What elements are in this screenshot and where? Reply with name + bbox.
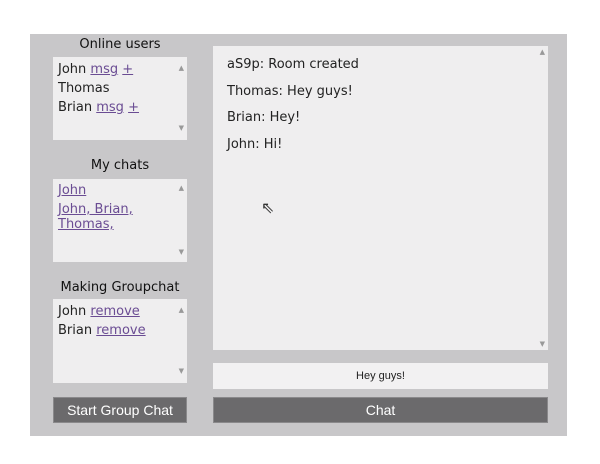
scrollbar[interactable]: ▲ ▼ bbox=[175, 179, 187, 262]
message-input[interactable] bbox=[213, 363, 548, 389]
message: Thomas: Hey guys! bbox=[227, 83, 353, 99]
chat-link[interactable]: John, Brian, Thomas, bbox=[58, 202, 133, 232]
member-name: John bbox=[58, 304, 87, 319]
my-chats-title: My chats bbox=[90, 158, 150, 173]
scroll-down-icon[interactable]: ▼ bbox=[179, 245, 184, 260]
user-row: Brian msg + bbox=[58, 98, 182, 117]
online-users-title: Online users bbox=[79, 37, 161, 52]
member-name: Brian bbox=[58, 323, 93, 338]
online-users-list[interactable]: John msg + Thomas Brian msg + ▲ ▼ bbox=[53, 57, 187, 140]
scroll-down-icon[interactable]: ▼ bbox=[179, 119, 184, 138]
start-group-chat-button[interactable]: Start Group Chat bbox=[53, 397, 187, 423]
user-row: Thomas bbox=[58, 79, 182, 98]
add-link[interactable]: + bbox=[128, 100, 139, 115]
remove-link[interactable]: remove bbox=[90, 304, 139, 319]
message: John: Hi! bbox=[227, 136, 283, 152]
groupchat-title: Making Groupchat bbox=[60, 280, 180, 295]
remove-link[interactable]: remove bbox=[96, 323, 145, 338]
my-chats-list[interactable]: John John, Brian, Thomas, ▲ ▼ bbox=[53, 179, 187, 262]
scroll-up-icon[interactable]: ▲ bbox=[179, 181, 184, 196]
scroll-up-icon[interactable]: ▲ bbox=[179, 59, 184, 78]
scrollbar[interactable]: ▲ ▼ bbox=[175, 57, 187, 140]
member-row: Brian remove bbox=[58, 321, 182, 340]
chat-button[interactable]: Chat bbox=[213, 397, 548, 423]
add-link[interactable]: + bbox=[122, 62, 133, 77]
user-name: Brian bbox=[58, 100, 93, 115]
mouse-cursor-icon: ⇖ bbox=[261, 198, 275, 217]
msg-link[interactable]: msg bbox=[96, 100, 124, 115]
user-row: John msg + bbox=[58, 60, 182, 79]
scrollbar[interactable]: ▲ ▼ bbox=[175, 299, 187, 383]
message: Brian: Hey! bbox=[227, 110, 301, 125]
scroll-down-icon[interactable]: ▼ bbox=[540, 340, 545, 348]
scrollbar[interactable]: ▲ ▼ bbox=[536, 46, 548, 350]
scroll-down-icon[interactable]: ▼ bbox=[179, 362, 184, 381]
member-row: John remove bbox=[58, 302, 182, 321]
user-name: Thomas bbox=[58, 81, 110, 96]
user-name: John bbox=[58, 62, 87, 77]
groupchat-members-list[interactable]: John remove Brian remove ▲ ▼ bbox=[53, 299, 187, 383]
message: aS9p: Room created bbox=[227, 57, 359, 72]
chat-link[interactable]: John bbox=[58, 183, 86, 198]
msg-link[interactable]: msg bbox=[90, 62, 118, 77]
scroll-up-icon[interactable]: ▲ bbox=[179, 301, 184, 320]
scroll-up-icon[interactable]: ▲ bbox=[540, 48, 545, 56]
